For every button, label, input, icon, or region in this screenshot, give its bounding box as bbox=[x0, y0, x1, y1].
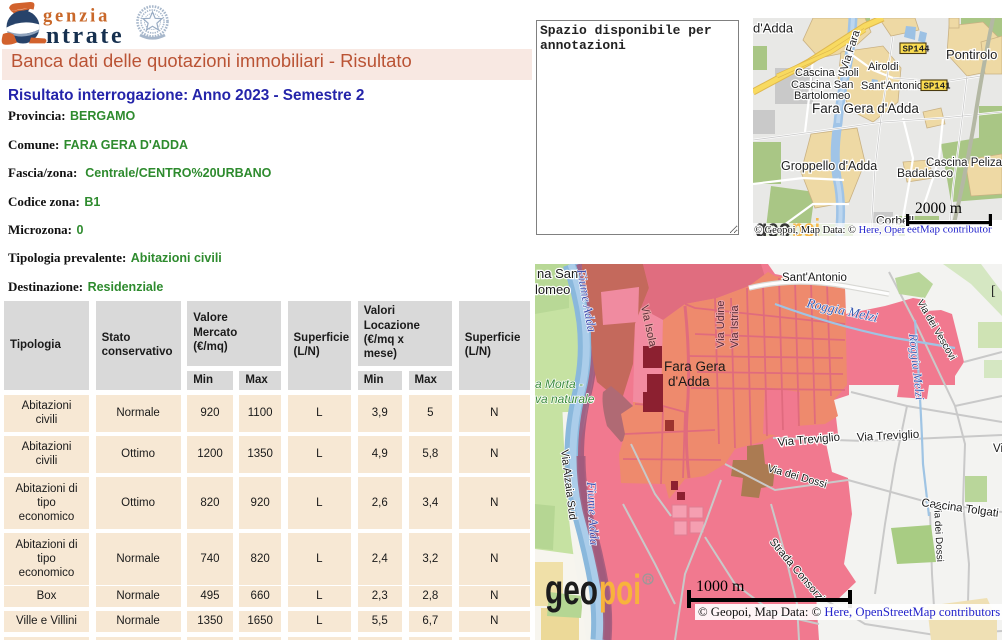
svg-text:na San: na San bbox=[537, 266, 578, 281]
svg-text:© Geopoi, Map Data: © Here, Op: © Geopoi, Map Data: © Here, OpenStreetMa… bbox=[698, 605, 1000, 619]
svg-text:Fara Gera d'Adda: Fara Gera d'Adda bbox=[812, 101, 919, 116]
svg-text:2000 m: 2000 m bbox=[915, 200, 962, 217]
svg-text:Airoldi: Airoldi bbox=[868, 61, 899, 73]
svg-text:Pontirolo: Pontirolo bbox=[946, 47, 997, 62]
svg-text:R: R bbox=[645, 575, 652, 585]
svg-text:SP144: SP144 bbox=[903, 45, 931, 55]
svg-text:d'Adda: d'Adda bbox=[753, 21, 794, 36]
svg-text:lomeo: lomeo bbox=[535, 282, 570, 297]
svg-text:Groppello d'Adda: Groppello d'Adda bbox=[781, 159, 877, 173]
svg-text:Sant'Antonio: Sant'Antonio bbox=[782, 272, 847, 284]
svg-text:Vi: Vi bbox=[993, 443, 1002, 455]
svg-text:Via Udine: Via Udine bbox=[715, 301, 727, 349]
svg-text:SP141: SP141 bbox=[924, 82, 952, 92]
svg-text:Sant'Antonio: Sant'Antonio bbox=[861, 80, 923, 92]
svg-text:geo: geo bbox=[545, 566, 598, 613]
svg-text:d'Adda: d'Adda bbox=[668, 374, 710, 389]
svg-text:poi: poi bbox=[599, 566, 641, 613]
svg-text:© Geopoi, Map Data: © Here, Op: © Geopoi, Map Data: © Here, OpenS bbox=[754, 225, 913, 236]
svg-text:va naturale: va naturale bbox=[535, 392, 595, 406]
svg-text:Via Istria: Via Istria bbox=[729, 305, 741, 348]
svg-text:a Morta -: a Morta - bbox=[535, 377, 583, 391]
svg-text:[: [ bbox=[991, 284, 996, 299]
svg-text:eetMap contributor: eetMap contributor bbox=[907, 224, 992, 236]
svg-text:1000 m: 1000 m bbox=[696, 578, 745, 595]
svg-text:Cascina Peliza: Cascina Peliza bbox=[926, 157, 1002, 169]
svg-text:Fara Gera: Fara Gera bbox=[664, 359, 726, 374]
svg-text:ntrate: ntrate bbox=[46, 23, 124, 49]
